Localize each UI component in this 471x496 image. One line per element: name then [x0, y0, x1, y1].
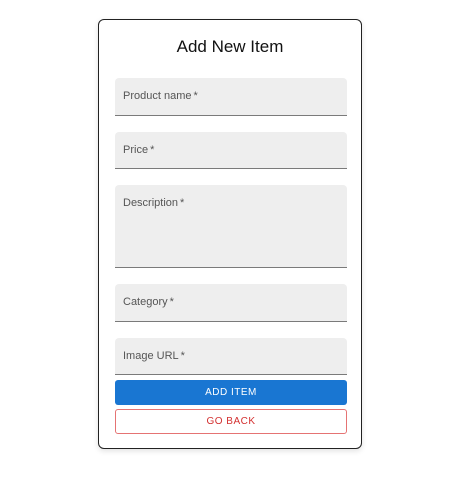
image-url-field[interactable]: Image URL * [115, 338, 347, 375]
description-label: Description * [123, 197, 185, 209]
description-field[interactable]: Description * [115, 185, 347, 268]
required-mark: * [193, 90, 198, 102]
price-label: Price * [123, 144, 155, 156]
required-mark: * [180, 197, 185, 209]
product-name-label: Product name * [123, 90, 198, 102]
form-title: Add New Item [176, 37, 284, 56]
go-back-button[interactable]: GO BACK [115, 409, 347, 434]
price-field[interactable]: Price * [115, 132, 347, 169]
category-field[interactable]: Category * [115, 284, 347, 322]
required-mark: * [169, 296, 174, 308]
category-label: Category * [123, 296, 174, 308]
image-url-label: Image URL * [123, 350, 185, 362]
product-name-field[interactable]: Product name * [115, 78, 347, 116]
required-mark: * [150, 144, 155, 156]
add-item-card: Add New Item Product name * Price * Descri… [98, 19, 362, 449]
add-item-button[interactable]: ADD ITEM [115, 380, 347, 405]
required-mark: * [180, 350, 185, 362]
